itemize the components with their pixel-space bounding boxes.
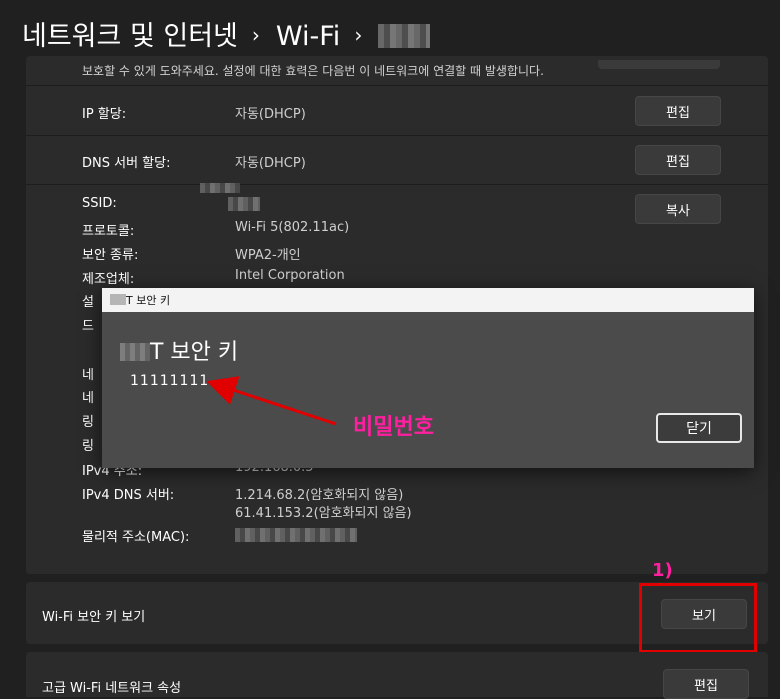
protocol-label: 프로토콜:	[82, 224, 135, 239]
ssid-label: SSID:	[82, 196, 117, 211]
security-key-dialog: T 보안 키 T 보안 키 11111111 닫기	[102, 288, 754, 468]
dns-assignment-label: DNS 서버 할당:	[82, 156, 171, 171]
ip-assignment-value: 자동(DHCP)	[235, 107, 306, 122]
advanced-properties-label: 고급 Wi-Fi 네트워크 속성	[42, 681, 182, 696]
security-key-value: 11111111	[130, 373, 210, 389]
dialog-heading-redacted	[120, 343, 150, 361]
step-annotation: 1)	[652, 560, 673, 581]
breadcrumb-network[interactable]: 네트워크 및 인터넷	[22, 21, 238, 52]
divider	[26, 135, 768, 136]
security-type-label: 보안 종류:	[82, 248, 139, 263]
dialog-heading-text: T 보안 키	[150, 340, 239, 365]
top-button-partial[interactable]	[598, 60, 720, 69]
dialog-title: T 보안 키	[110, 292, 170, 308]
divider	[26, 184, 768, 185]
partial-label: 설	[82, 295, 94, 310]
breadcrumb-wifi[interactable]: Wi-Fi	[276, 21, 340, 52]
dialog-title-text: T 보안 키	[126, 294, 171, 307]
breadcrumb-separator: ›	[251, 23, 260, 47]
dns-assignment-value: 자동(DHCP)	[235, 156, 306, 171]
divider	[26, 85, 768, 86]
manufacturer-value: Intel Corporation	[235, 268, 345, 283]
dialog-title-redacted	[110, 294, 126, 305]
protocol-value: Wi-Fi 5(802.11ac)	[235, 220, 350, 235]
dialog-title-bar[interactable]: T 보안 키	[102, 288, 754, 312]
dialog-close-button[interactable]: 닫기	[656, 413, 742, 443]
advanced-edit-button[interactable]: 편집	[663, 669, 749, 699]
ip-assignment-label: IP 할당:	[82, 107, 127, 122]
breadcrumb-network-name-redacted	[378, 24, 431, 48]
highlight-box	[639, 583, 757, 653]
partial-label: 드	[82, 319, 94, 334]
partial-label: 네	[82, 368, 94, 383]
ipv4-dns-label: IPv4 DNS 서버:	[82, 488, 175, 503]
ssid-header-redacted	[200, 183, 240, 193]
security-type-value: WPA2-개인	[235, 248, 301, 263]
partial-label: 링	[82, 415, 94, 430]
dialog-heading: T 보안 키	[120, 334, 238, 366]
partial-label: 링	[82, 439, 94, 454]
breadcrumb: 네트워크 및 인터넷 › Wi-Fi ›	[22, 14, 431, 53]
dns-assignment-edit-button[interactable]: 편집	[635, 145, 721, 175]
wifi-security-key-label: Wi-Fi 보안 키 보기	[42, 610, 146, 625]
partial-label: 네	[82, 391, 94, 406]
ssid-value-redacted	[228, 197, 260, 211]
manufacturer-label: 제조업체:	[82, 272, 135, 287]
ip-assignment-edit-button[interactable]: 편집	[635, 96, 721, 126]
password-annotation: 비밀번호	[353, 415, 434, 440]
mac-address-label: 물리적 주소(MAC):	[82, 530, 190, 545]
mac-address-redacted	[235, 528, 357, 542]
top-note: 보호할 수 있게 도와주세요. 설정에 대한 효력은 다음번 이 네트워크에 연…	[82, 64, 544, 78]
ipv4-dns-value-1: 1.214.68.2(암호화되지 않음)	[235, 488, 404, 503]
breadcrumb-separator-2: ›	[354, 23, 363, 47]
ipv4-dns-value-2: 61.41.153.2(암호화되지 않음)	[235, 506, 412, 521]
copy-button[interactable]: 복사	[635, 194, 721, 224]
